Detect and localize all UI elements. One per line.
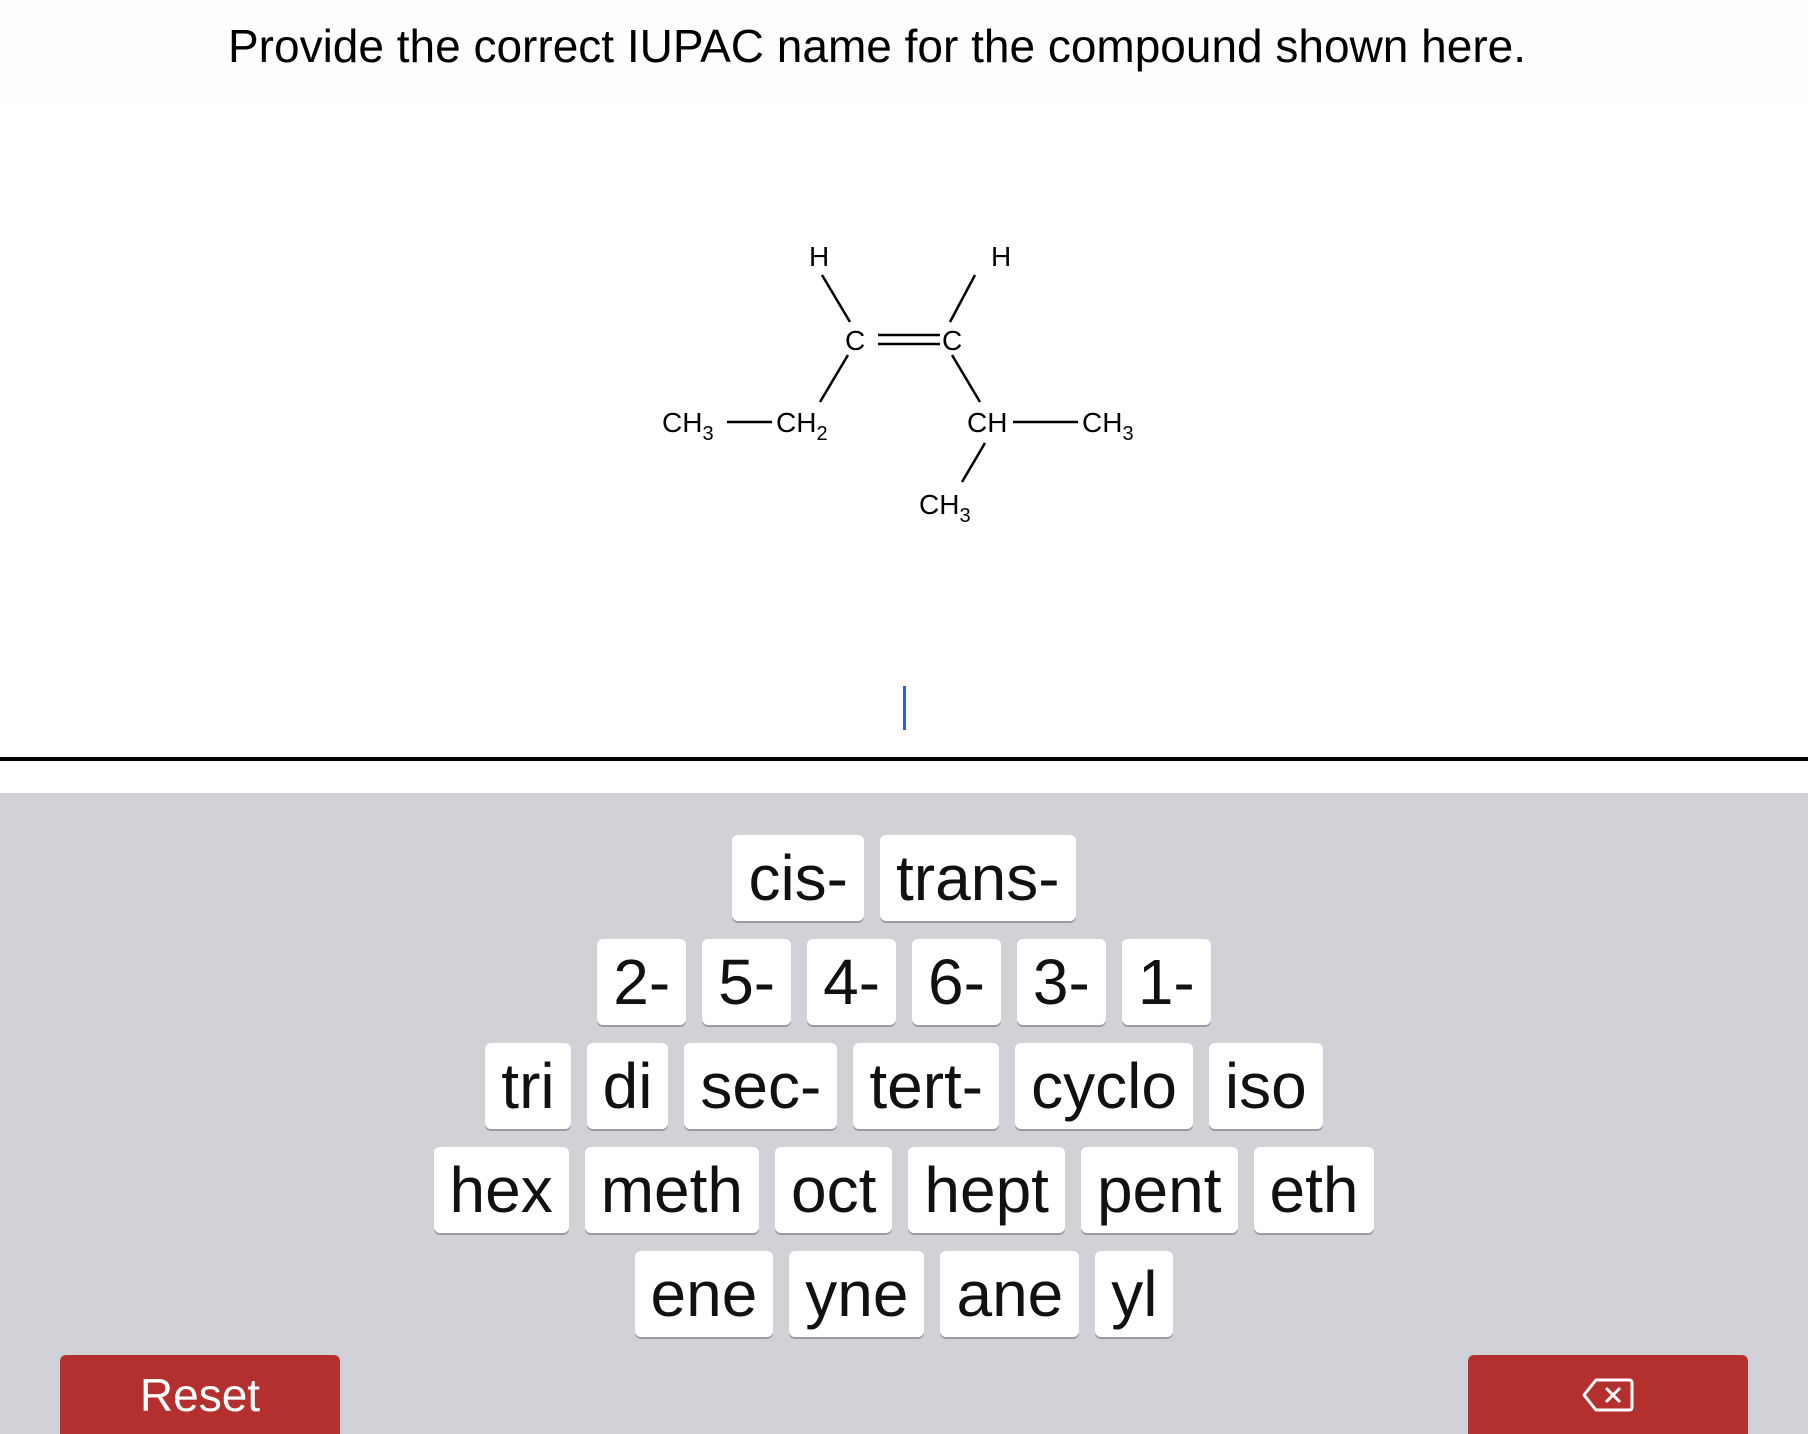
key-yl[interactable]: yl [1095, 1251, 1174, 1337]
atom-h-left: H [809, 241, 829, 272]
bond-c-ch2 [818, 354, 850, 403]
group-ch3-bottom: CH3 [919, 489, 971, 527]
group-ch2: CH2 [776, 407, 828, 445]
question-header: Provide the correct IUPAC name for the c… [0, 0, 1808, 100]
key-locant-2[interactable]: 2- [597, 939, 687, 1025]
key-locant-6[interactable]: 6- [912, 939, 1001, 1025]
key-ene[interactable]: ene [634, 1251, 774, 1337]
key-di[interactable]: di [586, 1043, 669, 1129]
key-cis[interactable]: cis- [732, 835, 864, 921]
bond-c-ch [950, 354, 982, 403]
group-ch: CH [967, 407, 1007, 438]
group-ch3-right: CH3 [1082, 407, 1134, 445]
question-prompt: Provide the correct IUPAC name for the c… [228, 20, 1527, 72]
atom-h-right: H [991, 241, 1011, 272]
molecule-structure: H H C C CH3 CH2 CH CH3 CH3 [0, 100, 1808, 660]
keyboard-row-isomer: cis- trans- [0, 835, 1808, 925]
atom-c-right: C [942, 325, 962, 356]
backspace-button[interactable] [1468, 1355, 1748, 1434]
key-yne[interactable]: yne [789, 1251, 925, 1337]
key-cyclo[interactable]: cyclo [1015, 1043, 1193, 1129]
key-locant-1[interactable]: 1- [1121, 939, 1211, 1025]
key-sec[interactable]: sec- [684, 1043, 838, 1129]
key-oct[interactable]: oct [775, 1147, 893, 1233]
backspace-icon [1582, 1378, 1634, 1411]
key-iso[interactable]: iso [1208, 1043, 1323, 1129]
name-builder-keyboard: cis- trans- 2- 5- 4- 6- 3- 1- tri di sec… [0, 793, 1808, 1434]
group-ch3-left: CH3 [662, 407, 714, 445]
key-trans[interactable]: trans- [879, 835, 1076, 921]
keyboard-row-prefixes: tri di sec- tert- cyclo iso [0, 1043, 1808, 1133]
keyboard-row-suffixes: ene yne ane yl [0, 1251, 1808, 1341]
key-meth[interactable]: meth [584, 1147, 759, 1233]
key-locant-5[interactable]: 5- [702, 939, 792, 1025]
key-pent[interactable]: pent [1080, 1147, 1238, 1233]
key-tert[interactable]: tert- [853, 1043, 1000, 1129]
answer-underline [0, 757, 1808, 761]
molecule-svg: H H C C CH3 CH2 CH CH3 CH3 [662, 241, 1134, 527]
atom-c-left: C [845, 325, 865, 356]
key-eth[interactable]: eth [1253, 1147, 1375, 1233]
key-hex[interactable]: hex [433, 1147, 569, 1233]
key-hept[interactable]: hept [908, 1147, 1065, 1233]
key-locant-3[interactable]: 3- [1016, 939, 1106, 1025]
key-ane[interactable]: ane [940, 1251, 1080, 1337]
bond-h-left [820, 274, 852, 323]
keyboard-row-locants: 2- 5- 4- 6- 3- 1- [0, 939, 1808, 1029]
bond-ch-ch3-bottom [960, 442, 987, 483]
key-tri[interactable]: tri [485, 1043, 571, 1129]
bond-h-right [948, 274, 977, 323]
key-locant-4[interactable]: 4- [807, 939, 896, 1025]
keyboard-row-roots: hex meth oct hept pent eth [0, 1147, 1808, 1237]
reset-button[interactable]: Reset [60, 1355, 340, 1434]
text-cursor [903, 686, 906, 730]
